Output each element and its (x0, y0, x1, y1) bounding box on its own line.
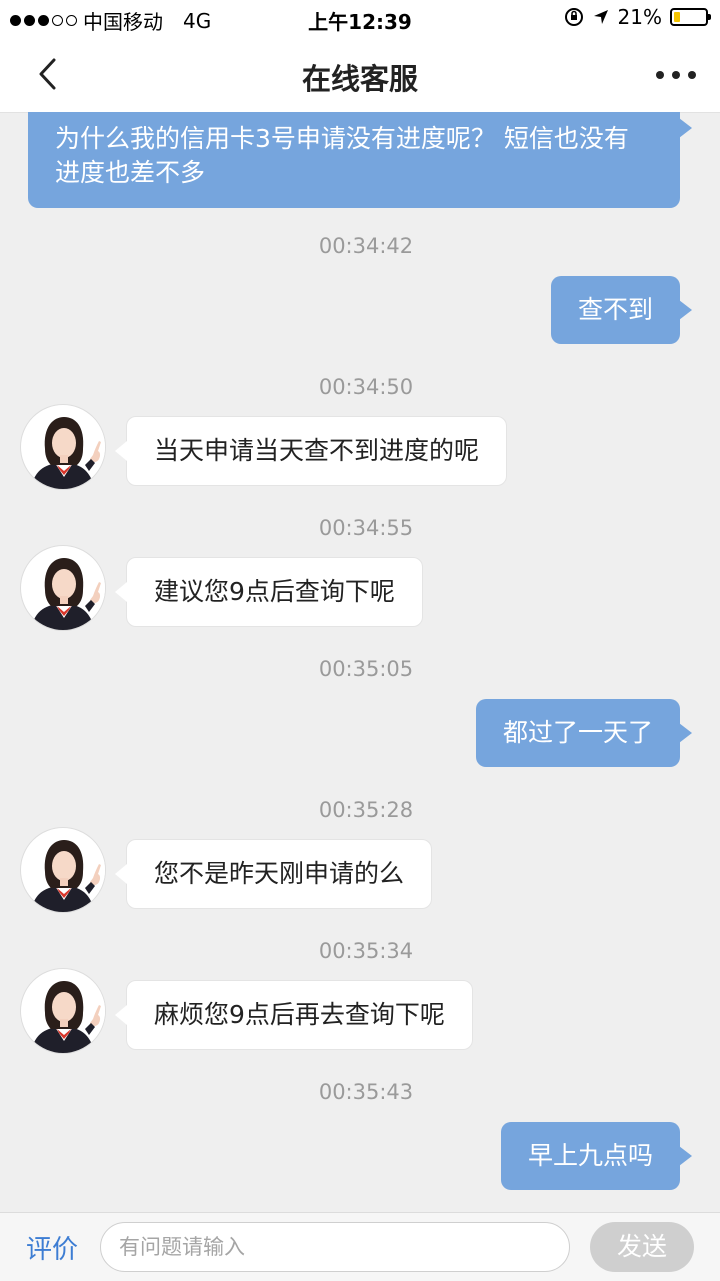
orientation-lock-icon (564, 8, 583, 26)
nav-bar: 在线客服 (0, 38, 720, 113)
agent-message-bubble: 您不是昨天刚申请的么 (114, 839, 433, 909)
agent-avatar[interactable] (20, 404, 106, 490)
battery-percent: 21% (617, 5, 662, 29)
message-timestamp: 00:34:42 (318, 234, 414, 258)
battery-icon (670, 8, 711, 26)
agent-portrait-icon (22, 829, 105, 912)
input-bar: 评价 发送 (0, 1212, 720, 1281)
user-message-bubble: 早上九点吗 (500, 1122, 693, 1190)
page-title: 在线客服 (301, 62, 418, 96)
message-timestamp: 00:34:50 (318, 375, 414, 399)
message-timestamp: 00:35:43 (318, 1080, 414, 1104)
agent-message-bubble: 麻烦您9点后再去查询下呢 (115, 980, 473, 1050)
message-timestamp: 00:35:34 (318, 939, 414, 963)
agent-avatar[interactable] (20, 545, 106, 631)
agent-portrait-icon (22, 970, 105, 1053)
agent-message-bubble: 当天申请当天查不到进度的呢 (114, 416, 508, 486)
user-message-bubble: 都过了一天了 (475, 699, 693, 767)
agent-message-bubble: 建议您9点后查询下呢 (115, 557, 423, 627)
battery-level-fill (674, 12, 680, 22)
status-bar: 中国移动 4G 上午12:39 21% (0, 0, 720, 38)
message-timestamp: 00:35:05 (318, 657, 414, 681)
more-options-button[interactable] (656, 60, 696, 90)
rate-button[interactable]: 评价 (26, 1229, 78, 1266)
agent-avatar[interactable] (20, 968, 106, 1054)
more-dots-icon (656, 71, 664, 79)
agent-portrait-icon (22, 406, 105, 489)
message-input[interactable] (100, 1222, 570, 1272)
user-message-bubble: 查不到 (550, 276, 693, 344)
send-button[interactable]: 发送 (590, 1222, 694, 1272)
agent-avatar[interactable] (20, 827, 106, 913)
status-right: 21% (564, 5, 711, 29)
message-timestamp: 00:34:55 (318, 516, 414, 540)
chat-message-list[interactable]: 为什么我的信用卡3号申请没有进度呢？ 短信也没有进度也差不多 00:34:42 … (0, 112, 720, 1212)
location-arrow-icon (593, 10, 608, 24)
user-message-bubble: 为什么我的信用卡3号申请没有进度呢？ 短信也没有进度也差不多 (28, 112, 692, 208)
message-timestamp: 00:35:28 (318, 798, 414, 822)
agent-portrait-icon (22, 547, 105, 630)
